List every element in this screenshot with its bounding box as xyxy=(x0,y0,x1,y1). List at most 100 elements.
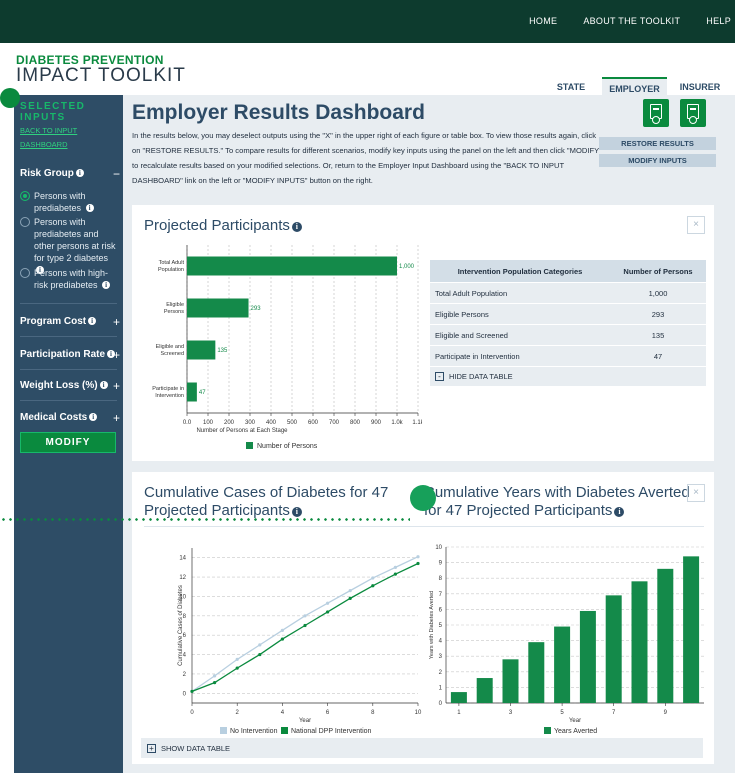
years-averted-title: Cumulative Years with Diabetes Averted f… xyxy=(424,484,690,519)
data-point xyxy=(348,589,352,593)
y-tick-label: 1 xyxy=(439,685,443,691)
x-tick-label: 1.0k xyxy=(391,420,403,426)
info-icon[interactable]: i xyxy=(75,169,84,177)
data-point xyxy=(280,628,284,632)
x-tick-label: 4 xyxy=(281,710,285,716)
participation-rate-section[interactable]: Participation Rate i + xyxy=(20,348,120,362)
download-xls-icon[interactable] xyxy=(643,99,669,127)
info-icon[interactable]: i xyxy=(614,507,625,517)
bar xyxy=(187,340,216,360)
data-point xyxy=(393,565,397,569)
bar xyxy=(605,595,622,703)
bar xyxy=(528,642,545,703)
category-label: Intervention xyxy=(155,393,184,399)
close-card-button[interactable]: × xyxy=(687,484,705,502)
table-cell: Total Adult Population xyxy=(435,288,508,298)
expand-icon[interactable]: + xyxy=(113,411,120,425)
radio-selected-icon[interactable] xyxy=(20,191,30,201)
bar xyxy=(450,692,467,703)
modify-inputs-button[interactable]: MODIFY INPUTS xyxy=(599,154,716,167)
info-icon[interactable]: i xyxy=(291,222,302,232)
legend-label: No Intervention xyxy=(230,728,278,735)
data-point xyxy=(235,666,239,670)
x-tick-label: 0 xyxy=(190,710,194,716)
section-label: Program Cost xyxy=(20,316,87,327)
nav-help-link[interactable]: HELP xyxy=(706,16,731,26)
data-label: 1,000 xyxy=(399,264,415,270)
table-cell: Eligible and Screened xyxy=(435,330,508,340)
x-tick-label: 2 xyxy=(236,710,240,716)
x-tick-label: 200 xyxy=(224,420,235,426)
radio-icon[interactable] xyxy=(20,268,30,278)
download-pdf-icon[interactable] xyxy=(680,99,706,127)
x-tick-label: 600 xyxy=(308,420,319,426)
x-tick-label: 700 xyxy=(329,420,340,426)
category-label: Screened xyxy=(160,351,184,357)
program-cost-section[interactable]: Program Cost i + xyxy=(20,315,120,329)
legend-swatch xyxy=(246,442,253,449)
table-row: Eligible and Screened 135 xyxy=(430,324,706,345)
data-point xyxy=(213,681,217,685)
projected-participants-chart: 0.0 100 200 300 400 500 600 700 800 900 1.0k 1.1k 1,… xyxy=(152,245,422,450)
collapse-icon[interactable]: − xyxy=(113,167,120,181)
expand-icon[interactable]: + xyxy=(113,348,120,362)
info-icon[interactable]: i xyxy=(291,507,302,517)
data-point xyxy=(190,689,194,693)
risk-option-prediabetes[interactable]: Persons with prediabetes i xyxy=(20,190,120,214)
info-icon[interactable]: i xyxy=(99,381,108,389)
table-cell: 293 xyxy=(651,309,665,319)
data-point xyxy=(416,555,420,559)
x-tick-label: 5 xyxy=(560,710,564,716)
bar xyxy=(187,298,249,318)
medical-costs-section[interactable]: Medical Costs i + xyxy=(20,411,120,425)
y-axis-label: Cumulative Cases of Diabetes xyxy=(178,585,184,666)
x-axis-label: Year xyxy=(569,718,581,724)
data-point xyxy=(303,614,307,618)
x-tick-label: 1.1k xyxy=(412,420,422,426)
highlight-marker xyxy=(410,485,436,511)
table-cell: Eligible Persons xyxy=(435,309,489,319)
intro-text: In the results below, you may deselect o… xyxy=(132,131,602,185)
divider xyxy=(20,303,117,304)
info-icon[interactable]: i xyxy=(102,281,111,289)
x-tick-label: 500 xyxy=(287,420,298,426)
expand-icon[interactable]: + xyxy=(113,379,120,393)
data-point xyxy=(235,657,239,662)
info-icon[interactable]: i xyxy=(88,317,97,325)
risk-option-label: Persons with prediabetes xyxy=(34,191,86,213)
category-label: Population xyxy=(158,267,184,273)
risk-group-section[interactable]: Risk Group i − xyxy=(20,167,120,181)
weight-loss-section[interactable]: Weight Loss (%) i + xyxy=(20,379,120,393)
table-cell: Participate in Intervention xyxy=(435,351,520,361)
data-label: 293 xyxy=(251,306,262,312)
info-icon[interactable]: i xyxy=(89,413,98,421)
x-tick-label: 100 xyxy=(203,420,214,426)
brand-subtitle: IMPACT TOOLKIT xyxy=(16,65,186,86)
section-label: Weight Loss (%) xyxy=(20,380,98,391)
back-to-input-dashboard-link[interactable]: BACK TO INPUT DASHBOARD xyxy=(20,124,115,152)
data-point xyxy=(348,596,352,600)
y-tick-label: 8 xyxy=(439,576,443,582)
category-label: Participate in xyxy=(152,386,184,392)
bar xyxy=(187,256,397,276)
nav-about-link[interactable]: ABOUT THE TOOLKIT xyxy=(583,16,680,26)
x-tick-label: 1 xyxy=(457,710,461,716)
radio-icon[interactable] xyxy=(20,217,30,227)
modify-button[interactable]: MODIFY xyxy=(20,432,116,453)
nav-home-link[interactable]: HOME xyxy=(529,16,557,26)
divider xyxy=(20,336,117,337)
expand-icon[interactable]: + xyxy=(113,315,120,329)
data-point xyxy=(371,576,375,580)
data-point xyxy=(393,572,397,576)
info-icon[interactable]: i xyxy=(85,204,94,212)
data-point xyxy=(371,584,375,588)
section-label: Participation Rate xyxy=(20,349,106,360)
hide-data-table-toggle[interactable]: - HIDE DATA TABLE xyxy=(430,366,706,386)
x-tick-label: 800 xyxy=(350,420,361,426)
show-data-table-toggle[interactable]: + SHOW DATA TABLE xyxy=(141,738,703,758)
close-card-button[interactable]: × xyxy=(687,216,705,234)
section-label: Medical Costs xyxy=(20,412,88,423)
risk-option-high-risk[interactable]: Persons with high-risk prediabetes i xyxy=(20,267,120,291)
legend-swatch xyxy=(281,727,288,734)
restore-results-button[interactable]: RESTORE RESULTS xyxy=(599,137,716,150)
